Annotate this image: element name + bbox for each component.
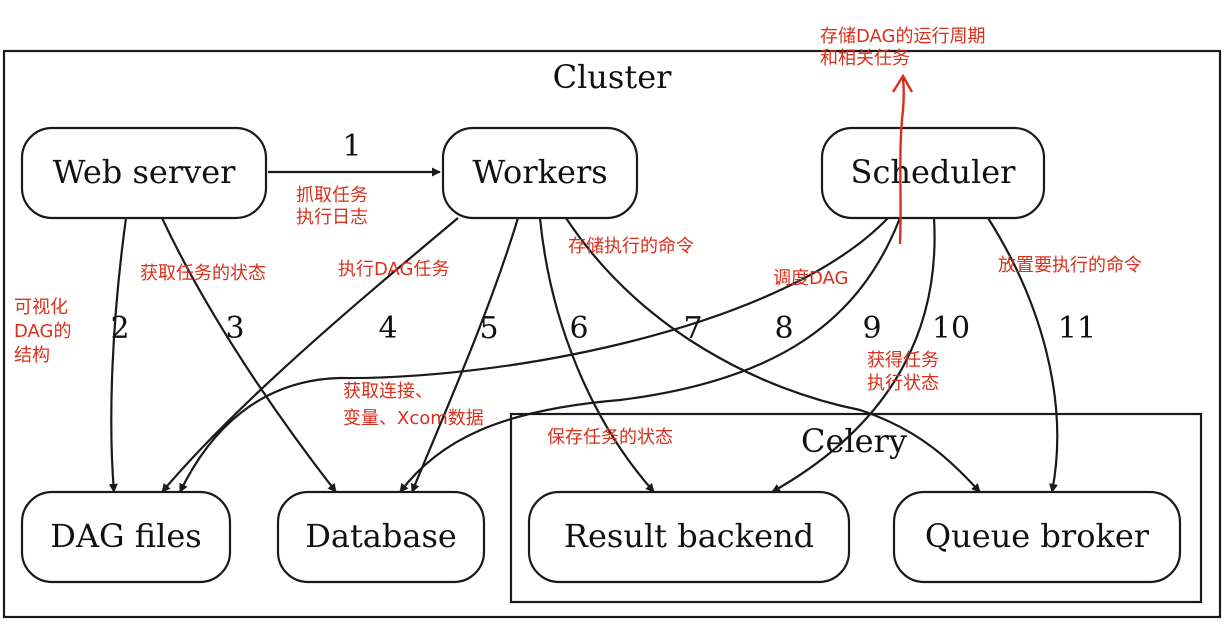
edge-label-6: 6	[569, 311, 588, 346]
edge-label-5: 5	[479, 311, 498, 346]
node-queue-broker: Queue broker	[892, 490, 1182, 584]
annotation-get-conn-2: 变量、Xcom数据	[343, 408, 484, 429]
node-dag-files: DAG files	[20, 490, 232, 584]
node-queue-broker-label: Queue broker	[925, 517, 1150, 555]
annotation-schedule-dag: 调度DAG	[773, 268, 849, 289]
annotation-save-status: 保存任务的状态	[547, 427, 673, 448]
node-web-server: Web server	[20, 126, 268, 220]
celery-label: Celery	[801, 422, 907, 460]
edge-label-11: 11	[1058, 311, 1096, 346]
annotation-visualize-2: DAG的	[14, 321, 72, 342]
edge-label-10: 10	[932, 311, 970, 346]
node-scheduler: Scheduler	[820, 126, 1046, 220]
node-scheduler-label: Scheduler	[851, 153, 1017, 191]
annotation-get-exec-1: 获得任务	[867, 350, 939, 371]
node-workers: Workers	[441, 126, 639, 220]
architecture-diagram: Cluster Celery 1 2 3 4 5 6 7 8 9 10 11 W…	[2, 26, 1222, 619]
node-result-backend: Result backend	[527, 490, 851, 584]
edge-8	[179, 217, 889, 493]
annotation-store-cmd: 存储执行的命令	[568, 236, 694, 257]
node-dag-files-label: DAG files	[50, 517, 201, 555]
node-web-server-label: Web server	[53, 153, 237, 191]
edge-label-9: 9	[862, 311, 881, 346]
annotation-fetch-log-1: 抓取任务	[296, 185, 368, 206]
annotation-visualize-3: 结构	[14, 345, 50, 366]
edge-label-3: 3	[225, 311, 244, 346]
edge-label-4: 4	[378, 311, 397, 346]
node-result-backend-label: Result backend	[564, 517, 814, 555]
annotation-get-exec-2: 执行状态	[867, 373, 939, 394]
edge-2	[108, 217, 128, 493]
annotation-top-1: 存储DAG的运行周期	[820, 26, 986, 47]
annotation-top-2: 和相关任务	[820, 48, 910, 69]
annotation-fetch-log-2: 执行日志	[296, 207, 368, 228]
edge-label-2: 2	[110, 311, 129, 346]
annotation-visualize-1: 可视化	[14, 297, 68, 318]
edge-label-7: 7	[683, 311, 702, 346]
edge-label-8: 8	[774, 311, 793, 346]
node-workers-label: Workers	[472, 153, 607, 191]
annotation-put-cmd: 放置要执行的命令	[998, 255, 1142, 276]
annotation-get-conn-1: 获取连接、	[343, 381, 433, 402]
cluster-label: Cluster	[553, 58, 673, 96]
annotation-execute-dag: 执行DAG任务	[338, 259, 450, 280]
annotation-get-task-status: 获取任务的状态	[140, 263, 266, 284]
edge-label-1: 1	[342, 129, 361, 164]
node-database-label: Database	[305, 517, 457, 555]
node-database: Database	[276, 490, 486, 584]
edge-3	[161, 217, 337, 493]
